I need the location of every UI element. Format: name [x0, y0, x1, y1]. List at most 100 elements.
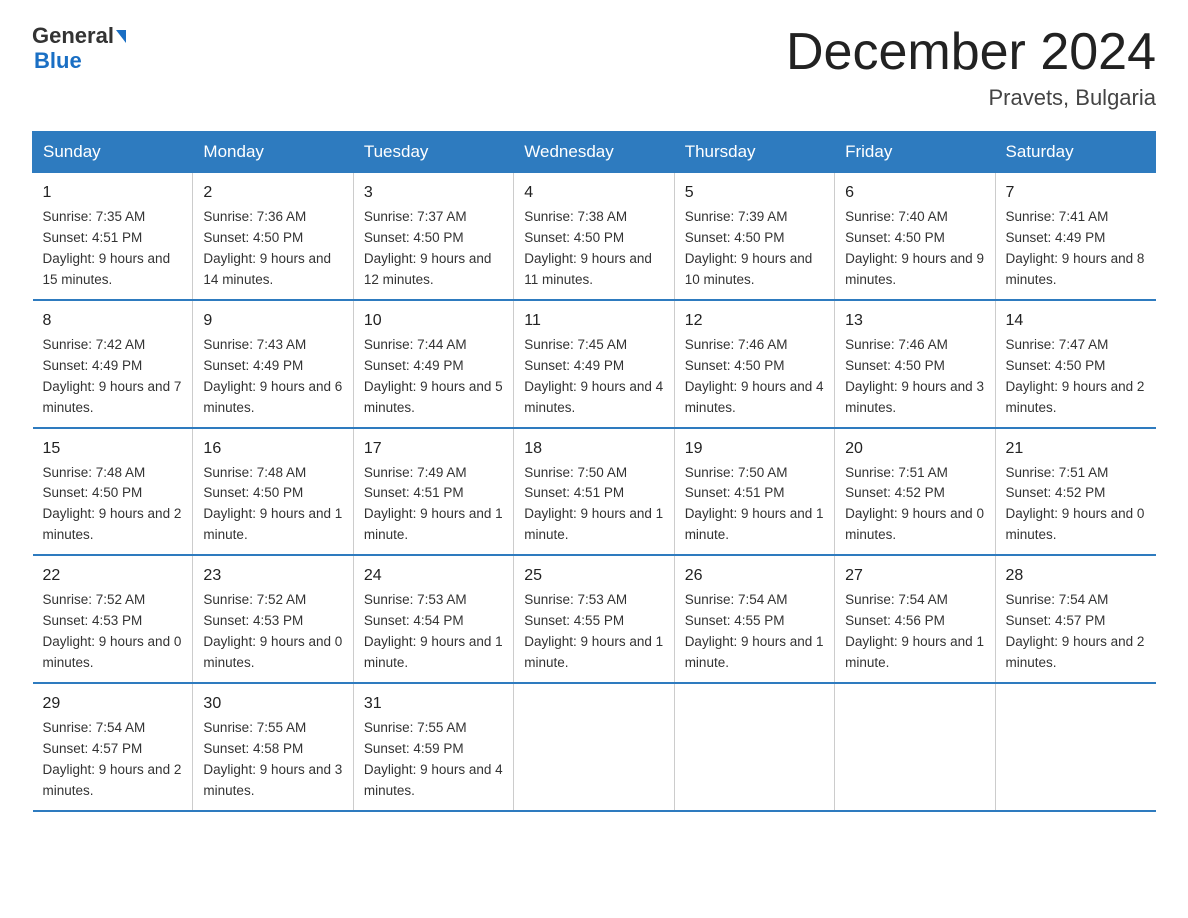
calendar-cell: 26 Sunrise: 7:54 AM Sunset: 4:55 PM Dayl… — [674, 555, 834, 683]
days-of-week-row: Sunday Monday Tuesday Wednesday Thursday… — [33, 132, 1156, 173]
calendar-cell: 23 Sunrise: 7:52 AM Sunset: 4:53 PM Dayl… — [193, 555, 353, 683]
logo-blue: Blue — [34, 48, 82, 74]
col-saturday: Saturday — [995, 132, 1155, 173]
day-number: 23 — [203, 564, 342, 588]
day-number: 31 — [364, 692, 503, 716]
cell-content: Sunrise: 7:41 AM Sunset: 4:49 PM Dayligh… — [1006, 207, 1146, 291]
calendar-cell: 12 Sunrise: 7:46 AM Sunset: 4:50 PM Dayl… — [674, 300, 834, 428]
cell-content: Sunrise: 7:37 AM Sunset: 4:50 PM Dayligh… — [364, 207, 503, 291]
col-thursday: Thursday — [674, 132, 834, 173]
cell-content: Sunrise: 7:54 AM Sunset: 4:56 PM Dayligh… — [845, 590, 984, 674]
cell-content: Sunrise: 7:42 AM Sunset: 4:49 PM Dayligh… — [43, 335, 183, 419]
calendar-cell: 8 Sunrise: 7:42 AM Sunset: 4:49 PM Dayli… — [33, 300, 193, 428]
col-wednesday: Wednesday — [514, 132, 674, 173]
logo-general: General — [32, 24, 114, 48]
day-number: 17 — [364, 437, 503, 461]
month-title: December 2024 — [786, 24, 1156, 81]
day-number: 12 — [685, 309, 824, 333]
calendar-cell — [995, 683, 1155, 811]
calendar-cell: 2 Sunrise: 7:36 AM Sunset: 4:50 PM Dayli… — [193, 173, 353, 300]
calendar-cell: 14 Sunrise: 7:47 AM Sunset: 4:50 PM Dayl… — [995, 300, 1155, 428]
cell-content: Sunrise: 7:46 AM Sunset: 4:50 PM Dayligh… — [685, 335, 824, 419]
calendar-body: 1 Sunrise: 7:35 AM Sunset: 4:51 PM Dayli… — [33, 173, 1156, 811]
cell-content: Sunrise: 7:36 AM Sunset: 4:50 PM Dayligh… — [203, 207, 342, 291]
calendar-cell — [835, 683, 995, 811]
cell-content: Sunrise: 7:48 AM Sunset: 4:50 PM Dayligh… — [203, 463, 342, 547]
page-header: General Blue December 2024 Pravets, Bulg… — [32, 24, 1156, 111]
calendar-cell: 13 Sunrise: 7:46 AM Sunset: 4:50 PM Dayl… — [835, 300, 995, 428]
calendar-cell: 17 Sunrise: 7:49 AM Sunset: 4:51 PM Dayl… — [353, 428, 513, 556]
day-number: 11 — [524, 309, 663, 333]
calendar-cell: 29 Sunrise: 7:54 AM Sunset: 4:57 PM Dayl… — [33, 683, 193, 811]
calendar-header: Sunday Monday Tuesday Wednesday Thursday… — [33, 132, 1156, 173]
cell-content: Sunrise: 7:51 AM Sunset: 4:52 PM Dayligh… — [1006, 463, 1146, 547]
cell-content: Sunrise: 7:43 AM Sunset: 4:49 PM Dayligh… — [203, 335, 342, 419]
day-number: 10 — [364, 309, 503, 333]
calendar-cell: 1 Sunrise: 7:35 AM Sunset: 4:51 PM Dayli… — [33, 173, 193, 300]
calendar-table: Sunday Monday Tuesday Wednesday Thursday… — [32, 131, 1156, 811]
cell-content: Sunrise: 7:48 AM Sunset: 4:50 PM Dayligh… — [43, 463, 183, 547]
cell-content: Sunrise: 7:49 AM Sunset: 4:51 PM Dayligh… — [364, 463, 503, 547]
cell-content: Sunrise: 7:53 AM Sunset: 4:54 PM Dayligh… — [364, 590, 503, 674]
day-number: 22 — [43, 564, 183, 588]
cell-content: Sunrise: 7:35 AM Sunset: 4:51 PM Dayligh… — [43, 207, 183, 291]
cell-content: Sunrise: 7:40 AM Sunset: 4:50 PM Dayligh… — [845, 207, 984, 291]
calendar-cell: 4 Sunrise: 7:38 AM Sunset: 4:50 PM Dayli… — [514, 173, 674, 300]
day-number: 19 — [685, 437, 824, 461]
calendar-week-row: 1 Sunrise: 7:35 AM Sunset: 4:51 PM Dayli… — [33, 173, 1156, 300]
calendar-cell: 18 Sunrise: 7:50 AM Sunset: 4:51 PM Dayl… — [514, 428, 674, 556]
cell-content: Sunrise: 7:52 AM Sunset: 4:53 PM Dayligh… — [43, 590, 183, 674]
cell-content: Sunrise: 7:50 AM Sunset: 4:51 PM Dayligh… — [685, 463, 824, 547]
day-number: 5 — [685, 181, 824, 205]
day-number: 16 — [203, 437, 342, 461]
calendar-cell: 11 Sunrise: 7:45 AM Sunset: 4:49 PM Dayl… — [514, 300, 674, 428]
calendar-cell: 22 Sunrise: 7:52 AM Sunset: 4:53 PM Dayl… — [33, 555, 193, 683]
cell-content: Sunrise: 7:45 AM Sunset: 4:49 PM Dayligh… — [524, 335, 663, 419]
day-number: 4 — [524, 181, 663, 205]
day-number: 30 — [203, 692, 342, 716]
day-number: 8 — [43, 309, 183, 333]
logo-arrow-icon — [116, 30, 126, 43]
day-number: 2 — [203, 181, 342, 205]
day-number: 18 — [524, 437, 663, 461]
cell-content: Sunrise: 7:38 AM Sunset: 4:50 PM Dayligh… — [524, 207, 663, 291]
calendar-cell: 10 Sunrise: 7:44 AM Sunset: 4:49 PM Dayl… — [353, 300, 513, 428]
day-number: 9 — [203, 309, 342, 333]
cell-content: Sunrise: 7:55 AM Sunset: 4:59 PM Dayligh… — [364, 718, 503, 802]
calendar-cell: 3 Sunrise: 7:37 AM Sunset: 4:50 PM Dayli… — [353, 173, 513, 300]
calendar-cell: 16 Sunrise: 7:48 AM Sunset: 4:50 PM Dayl… — [193, 428, 353, 556]
calendar-cell: 19 Sunrise: 7:50 AM Sunset: 4:51 PM Dayl… — [674, 428, 834, 556]
calendar-cell: 24 Sunrise: 7:53 AM Sunset: 4:54 PM Dayl… — [353, 555, 513, 683]
logo: General Blue — [32, 24, 126, 74]
day-number: 15 — [43, 437, 183, 461]
day-number: 29 — [43, 692, 183, 716]
calendar-cell: 21 Sunrise: 7:51 AM Sunset: 4:52 PM Dayl… — [995, 428, 1155, 556]
calendar-cell: 15 Sunrise: 7:48 AM Sunset: 4:50 PM Dayl… — [33, 428, 193, 556]
day-number: 14 — [1006, 309, 1146, 333]
day-number: 6 — [845, 181, 984, 205]
cell-content: Sunrise: 7:46 AM Sunset: 4:50 PM Dayligh… — [845, 335, 984, 419]
day-number: 21 — [1006, 437, 1146, 461]
calendar-cell — [514, 683, 674, 811]
day-number: 26 — [685, 564, 824, 588]
day-number: 3 — [364, 181, 503, 205]
calendar-cell: 31 Sunrise: 7:55 AM Sunset: 4:59 PM Dayl… — [353, 683, 513, 811]
location-subtitle: Pravets, Bulgaria — [786, 85, 1156, 111]
cell-content: Sunrise: 7:47 AM Sunset: 4:50 PM Dayligh… — [1006, 335, 1146, 419]
day-number: 25 — [524, 564, 663, 588]
cell-content: Sunrise: 7:55 AM Sunset: 4:58 PM Dayligh… — [203, 718, 342, 802]
col-sunday: Sunday — [33, 132, 193, 173]
calendar-cell: 27 Sunrise: 7:54 AM Sunset: 4:56 PM Dayl… — [835, 555, 995, 683]
calendar-cell: 25 Sunrise: 7:53 AM Sunset: 4:55 PM Dayl… — [514, 555, 674, 683]
calendar-cell: 20 Sunrise: 7:51 AM Sunset: 4:52 PM Dayl… — [835, 428, 995, 556]
calendar-cell: 5 Sunrise: 7:39 AM Sunset: 4:50 PM Dayli… — [674, 173, 834, 300]
col-monday: Monday — [193, 132, 353, 173]
col-friday: Friday — [835, 132, 995, 173]
calendar-week-row: 29 Sunrise: 7:54 AM Sunset: 4:57 PM Dayl… — [33, 683, 1156, 811]
cell-content: Sunrise: 7:39 AM Sunset: 4:50 PM Dayligh… — [685, 207, 824, 291]
cell-content: Sunrise: 7:54 AM Sunset: 4:57 PM Dayligh… — [1006, 590, 1146, 674]
cell-content: Sunrise: 7:54 AM Sunset: 4:55 PM Dayligh… — [685, 590, 824, 674]
day-number: 20 — [845, 437, 984, 461]
day-number: 7 — [1006, 181, 1146, 205]
cell-content: Sunrise: 7:51 AM Sunset: 4:52 PM Dayligh… — [845, 463, 984, 547]
